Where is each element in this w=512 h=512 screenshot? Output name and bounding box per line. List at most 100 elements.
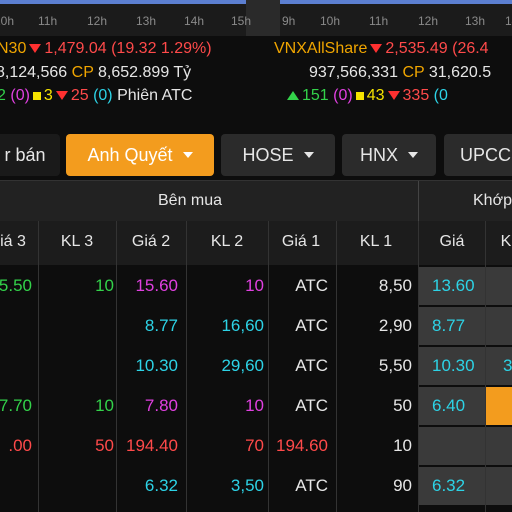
up-count: 151 [302, 87, 329, 104]
down-count: 25 [70, 87, 89, 104]
table-row[interactable]: 8.77 16,60 ATC 2,90 8.77 [0, 306, 512, 346]
col-header-vol2[interactable]: KL 2 [205, 233, 249, 251]
index-name: VNXAllShare [274, 40, 368, 57]
time-tick: 9h [282, 14, 296, 28]
vol1-cell: 8,50 [378, 276, 412, 295]
price2-cell: 6.32 [144, 476, 178, 495]
col-header-price1[interactable]: Giá 1 [276, 233, 326, 251]
vol2-cell: 16,60 [221, 316, 264, 335]
price2-cell: 194.40 [126, 436, 178, 455]
price1-cell: ATC [295, 316, 328, 335]
col-header-price2[interactable]: Giá 2 [126, 233, 176, 251]
vol2-cell: 10 [245, 276, 264, 295]
divider [418, 181, 419, 221]
match-price-cell: 10.30 [432, 356, 475, 375]
chevron-down-icon [303, 152, 314, 158]
cp-label: CP [402, 64, 425, 81]
matched-header: Khớp [473, 192, 512, 209]
tab-label: UPCC [460, 144, 512, 165]
table-group-header: Bên mua Khớp [0, 180, 512, 221]
table-row[interactable]: .00 50 194.40 70 194.60 10 [0, 426, 512, 466]
price3-cell: 5.50 [0, 276, 32, 295]
price1-cell: 194.60 [276, 436, 328, 455]
index-value: 2,535.49 [385, 40, 448, 57]
col-header-price3[interactable]: iá 3 [0, 233, 28, 251]
market-tabs: r bán Anh Quyết HOSE HNX UPCC [0, 134, 512, 178]
cp-label: CP [71, 64, 94, 81]
time-tick: 14h [184, 14, 205, 28]
tab-upcom[interactable]: UPCC [444, 134, 512, 176]
vol2-cell: 70 [245, 436, 264, 455]
vol3-cell: 50 [95, 436, 114, 455]
table-row[interactable]: 7.70 10 7.80 10 ATC 50 6.40 [0, 386, 512, 426]
vol1-cell: 5,50 [378, 356, 412, 375]
cp-value: 8,652.899 [98, 64, 170, 81]
down-count: 335 [402, 87, 430, 104]
time-tick: 10h [0, 14, 15, 28]
match-volume-cell-bg [486, 467, 512, 505]
tab-label: r bán [4, 144, 46, 165]
floor-count: (0) [93, 87, 113, 104]
chevron-down-icon [182, 152, 193, 158]
breadth-line-left: 2 (0) 3 25 (0) Phiên ATC [0, 87, 192, 105]
col-header-vol1[interactable]: KL 1 [354, 233, 398, 251]
price2-cell: 10.30 [135, 356, 178, 375]
index-volume-line-right: 937,566,331 CP 31,620.5 [309, 64, 491, 82]
index-line-right: VNXAllShare 2,535.49 (26.4 [274, 40, 489, 58]
match-price-cell: 8.77 [432, 316, 466, 335]
down-arrow-icon [29, 44, 42, 54]
vol3-cell: 10 [95, 276, 114, 295]
index-volume-line-left: 8,124,566 CP 8,652.899 Tỷ [0, 64, 191, 82]
match-volume-cell-bg [486, 307, 512, 345]
cp-unit: Tỷ [173, 64, 192, 81]
index-change: (26.4 [452, 40, 489, 57]
reference-count: 3 [43, 87, 53, 104]
col-header-match-price[interactable]: Giá [430, 233, 474, 251]
match-price-cell: 13.60 [432, 276, 475, 295]
chart-divider [246, 0, 280, 36]
price1-cell: ATC [295, 396, 328, 415]
reference-square-icon [355, 91, 364, 100]
tab-label: Anh Quyết [87, 144, 173, 165]
tab-watchlist-anh-quyet[interactable]: Anh Quyết [66, 134, 214, 176]
ceiling-count: (0) [10, 87, 30, 104]
vol1-cell: 90 [393, 476, 412, 495]
price1-cell: ATC [295, 276, 328, 295]
time-tick: 10h [320, 14, 341, 28]
chart-strip-right [280, 0, 512, 4]
time-tick: 11h [38, 14, 58, 28]
up-count: 2 [0, 87, 6, 104]
price3-cell: .00 [8, 436, 32, 455]
price2-cell: 7.80 [144, 396, 178, 415]
table-column-header: iá 3 KL 3 Giá 2 KL 2 Giá 1 KL 1 Giá K [0, 221, 512, 265]
col-header-vol3[interactable]: KL 3 [57, 233, 97, 251]
time-tick: 13h [136, 14, 157, 28]
reference-square-icon [32, 91, 41, 100]
table-row[interactable]: 5.50 10 15.60 10 ATC 8,50 13.60 [0, 266, 512, 306]
tab-hnx[interactable]: HNX [342, 134, 436, 176]
price2-cell: 15.60 [135, 276, 178, 295]
chevron-down-icon [408, 152, 418, 158]
index-name: N30 [0, 40, 27, 57]
chart-strip-left [0, 0, 246, 4]
time-tick: 12h [418, 14, 439, 28]
reference-count: 43 [366, 87, 385, 104]
table-row[interactable]: 6.32 3,50 ATC 90 6.32 [0, 466, 512, 506]
tab-hose[interactable]: HOSE [221, 134, 335, 176]
index-value: 1,479.04 [44, 40, 107, 57]
up-arrow-icon [287, 91, 299, 101]
tab-label: HNX [359, 144, 398, 165]
index-volume: 937,566,331 [309, 64, 398, 81]
down-arrow-icon [55, 91, 68, 101]
time-tick: 13h [465, 14, 486, 28]
time-tick: 11h [369, 14, 389, 28]
col-header-match-vol[interactable]: K [496, 233, 512, 251]
match-price-cell-bg [419, 427, 485, 465]
down-arrow-icon [387, 91, 400, 101]
tab-sell-list[interactable]: r bán [0, 134, 60, 176]
match-price-cell: 6.40 [432, 396, 466, 415]
match-volume-cell-bg [486, 267, 512, 305]
table-row[interactable]: 10.30 29,60 ATC 5,50 10.30 3 [0, 346, 512, 386]
index-change: (19.32 1.29%) [111, 40, 212, 57]
ceiling-count: (0) [333, 87, 353, 104]
